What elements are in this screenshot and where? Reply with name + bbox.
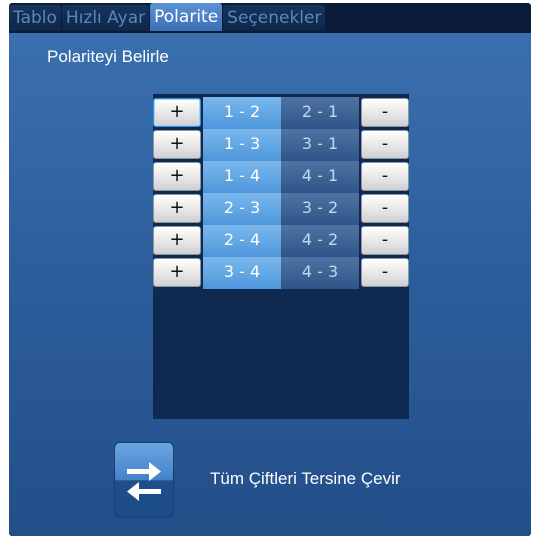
pair-forward[interactable]: 1 - 3	[203, 129, 281, 161]
reverse-all-label[interactable]: Tüm Çiftleri Tersine Çevir	[210, 469, 401, 489]
tab-hizli-ayar[interactable]: Hızlı Ayar	[61, 5, 150, 31]
minus-button[interactable]: -	[361, 162, 409, 191]
plus-button[interactable]: +	[153, 130, 201, 159]
plus-button[interactable]: +	[153, 98, 201, 127]
pair-forward[interactable]: 2 - 4	[203, 225, 281, 257]
tab-secenekler[interactable]: Seçenekler	[223, 5, 326, 31]
pair-forward[interactable]: 1 - 4	[203, 161, 281, 193]
pair-reverse[interactable]: 4 - 1	[281, 161, 359, 193]
minus-button[interactable]: -	[361, 258, 409, 287]
reverse-all-button[interactable]	[115, 443, 173, 517]
pair-list: + 1 - 2 2 - 1 - + 1 - 3 3 - 1 - + 1 - 4 …	[153, 94, 409, 419]
plus-button[interactable]: +	[153, 226, 201, 255]
polarity-panel: Polariteyi Belirle + 1 - 2 2 - 1 - + 1 -…	[9, 33, 531, 536]
swap-arrows-icon	[127, 462, 161, 501]
pair-row: + 1 - 4 4 - 1 -	[153, 161, 409, 193]
tab-tablo[interactable]: Tablo	[9, 5, 61, 31]
pair-forward[interactable]: 2 - 3	[203, 193, 281, 225]
plus-button[interactable]: +	[153, 258, 201, 287]
section-title: Polariteyi Belirle	[47, 47, 169, 66]
pair-row: + 1 - 2 2 - 1 -	[153, 97, 409, 129]
pair-row: + 3 - 4 4 - 3 -	[153, 257, 409, 289]
minus-button[interactable]: -	[361, 226, 409, 255]
pair-forward[interactable]: 1 - 2	[203, 97, 281, 129]
pair-row: + 2 - 3 3 - 2 -	[153, 193, 409, 225]
pair-reverse[interactable]: 4 - 2	[281, 225, 359, 257]
minus-button[interactable]: -	[361, 130, 409, 159]
plus-button[interactable]: +	[153, 194, 201, 223]
polarity-window: Tablo Hızlı Ayar Polarite Seçenekler Pol…	[9, 3, 531, 536]
tab-bar: Tablo Hızlı Ayar Polarite Seçenekler	[9, 3, 531, 31]
pair-reverse[interactable]: 2 - 1	[281, 97, 359, 129]
minus-button[interactable]: -	[361, 98, 409, 127]
pair-reverse[interactable]: 3 - 1	[281, 129, 359, 161]
pair-row: + 2 - 4 4 - 2 -	[153, 225, 409, 257]
pair-reverse[interactable]: 4 - 3	[281, 257, 359, 289]
pair-reverse[interactable]: 3 - 2	[281, 193, 359, 225]
pair-row: + 1 - 3 3 - 1 -	[153, 129, 409, 161]
pair-forward[interactable]: 3 - 4	[203, 257, 281, 289]
tab-polarite[interactable]: Polarite	[150, 3, 223, 31]
plus-button[interactable]: +	[153, 162, 201, 191]
minus-button[interactable]: -	[361, 194, 409, 223]
